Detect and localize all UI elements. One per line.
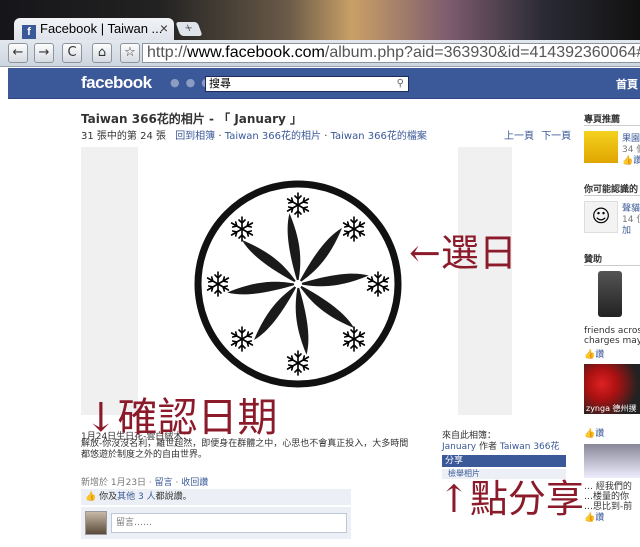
back-to-album-link[interactable]: 回到相簿: [175, 131, 215, 142]
snowflake-wheel-image: [194, 180, 402, 388]
from-album-links: January 作者 Taiwan 366花: [442, 439, 560, 452]
album-title: Taiwan 366花的相片 - 「 January 」: [81, 112, 302, 126]
bookmark-star-button[interactable]: ☆: [120, 43, 140, 63]
from-author-link[interactable]: Taiwan 366花: [500, 442, 560, 452]
crumb-photos-link[interactable]: Taiwan 366花的相片: [225, 131, 321, 142]
ad3-image[interactable]: [584, 444, 640, 478]
ad2-like[interactable]: 👍讚: [584, 426, 604, 439]
url-path: /album.php?aid=363930&id=414392360064#!: [324, 44, 640, 61]
annotation-select-day: ←選日: [409, 231, 517, 275]
separator: ·: [172, 478, 182, 488]
album-photo[interactable]: [138, 147, 458, 415]
add-friend-link[interactable]: 加: [622, 223, 631, 236]
divider: [584, 265, 640, 266]
address-bar[interactable]: http://www.facebook.com/album.php?aid=36…: [142, 43, 640, 63]
photo-margin-right[interactable]: [458, 147, 512, 415]
crumb-profile-link[interactable]: Taiwan 366花的檔案: [331, 131, 427, 142]
comment-input[interactable]: 留言……: [111, 513, 347, 533]
close-tab-icon[interactable]: ×: [160, 20, 168, 36]
facebook-favicon-icon: f: [22, 25, 36, 39]
likes-people[interactable]: 人: [147, 492, 156, 502]
messages-icon[interactable]: ●: [186, 76, 202, 89]
like-label: 讚: [595, 513, 605, 523]
zynga-ad-brand: zynga 德州撲: [586, 404, 637, 413]
search-value: 搜尋: [209, 77, 231, 90]
comment-link[interactable]: 留言: [155, 478, 173, 488]
browser-tab[interactable]: f Facebook | Taiwan ... ×: [14, 18, 174, 40]
forward-button[interactable]: →: [34, 43, 54, 63]
likes-others-link[interactable]: 其他 3 人: [117, 492, 156, 502]
separator: ·: [146, 478, 155, 488]
from-by: 作者: [476, 442, 500, 452]
tab-title: Facebook | Taiwan ...: [40, 21, 163, 36]
photo-margin-left[interactable]: [81, 147, 138, 415]
annotation-confirm-date: ↓確認日期: [84, 395, 278, 441]
divider: [584, 125, 640, 126]
album-subline: 31 張中的第 24 張 回到相簿 · Taiwan 366花的相片 · Tai…: [81, 127, 427, 142]
search-input[interactable]: 搜尋 ⚲: [205, 76, 409, 92]
ad1-line-2: charges may: [584, 336, 640, 346]
prev-link[interactable]: 上一頁: [504, 131, 534, 142]
likes-prefix: 你及: [99, 492, 118, 502]
right-sidebar: 專頁推薦 果園 34 個 👍讚 你可能認識的 ☺ 聲貓 14 位 加 贊助 fr…: [584, 98, 640, 547]
likes-bar: 👍 你及其他 3 人都說讚。: [81, 489, 351, 505]
share-button[interactable]: 分享: [442, 455, 566, 467]
annotation-click-share: ↑點分享: [438, 477, 584, 521]
home-link[interactable]: 首頁: [616, 76, 638, 92]
thumbs-up-icon: 👍: [85, 492, 97, 502]
url-scheme: http://: [147, 44, 188, 61]
home-button[interactable]: ⌂: [92, 43, 112, 63]
sponsored-heading: 贊助: [584, 255, 603, 265]
ad1-like[interactable]: 👍讚: [584, 347, 604, 360]
unlike-link[interactable]: 收回讚: [181, 478, 208, 488]
friend-requests-icon[interactable]: ●: [170, 76, 186, 89]
facebook-header: facebook ●●● 搜尋⚲ 首頁: [8, 68, 640, 99]
photo-pager: 上一頁 下一頁: [504, 127, 571, 142]
like-label: 讚: [633, 156, 640, 166]
like-icon: 👍: [622, 156, 634, 166]
photo-meta: 新增於 1月23日 · 留言 · 收回讚: [81, 475, 208, 488]
recommended-page-like[interactable]: 👍讚: [622, 153, 640, 166]
recommended-page-thumbnail[interactable]: [584, 131, 618, 163]
browser-toolbar: ← → C ⌂ ☆ http://www.facebook.com/album.…: [0, 40, 640, 67]
person-avatar[interactable]: ☺: [584, 201, 618, 233]
people-you-may-know-heading: 你可能認識的: [584, 185, 639, 195]
separator: ·: [215, 131, 225, 142]
divider: [584, 195, 640, 196]
next-link[interactable]: 下一頁: [541, 131, 571, 142]
facebook-logo[interactable]: facebook: [81, 73, 152, 93]
recommend-heading: 專頁推薦: [584, 115, 621, 125]
likes-others[interactable]: 其他: [117, 492, 135, 502]
phone-ad-image[interactable]: [598, 271, 622, 317]
likes-suffix: 都說讚。: [155, 492, 192, 502]
like-icon: 👍: [584, 513, 596, 523]
likes-count[interactable]: 3: [138, 492, 144, 502]
like-icon: 👍: [584, 350, 596, 360]
reload-button[interactable]: C: [62, 43, 82, 63]
like-label: 讚: [595, 429, 605, 439]
like-icon: 👍: [584, 429, 596, 439]
photo-counter: 31 張中的第 24 張: [81, 131, 166, 142]
added-date: 新增於 1月23日: [81, 478, 147, 488]
from-album-link[interactable]: January: [442, 442, 476, 452]
new-tab-button[interactable]: +: [175, 22, 203, 36]
search-icon[interactable]: ⚲: [397, 77, 404, 91]
avatar[interactable]: [85, 511, 107, 535]
separator: ·: [321, 131, 331, 142]
ad3-like[interactable]: 👍讚: [584, 510, 604, 523]
back-button[interactable]: ←: [8, 43, 28, 63]
ad1-line-1: friends across: [584, 326, 640, 336]
url-host: www.facebook.com: [187, 44, 325, 61]
like-label: 讚: [595, 350, 605, 360]
comment-row: 留言……: [81, 507, 351, 539]
